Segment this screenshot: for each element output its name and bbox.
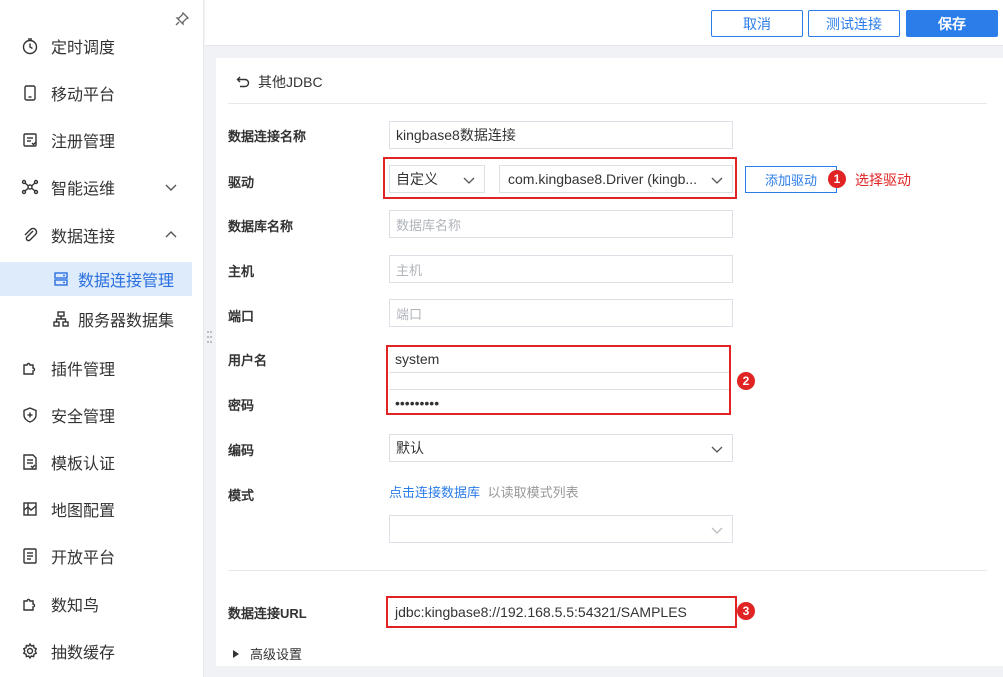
sidebar-subitem-server-dataset[interactable]: 服务器数据集 (0, 302, 192, 336)
annotation-badge-3: 3 (737, 602, 755, 620)
register-icon (23, 133, 37, 147)
encoding-value: 默认 (396, 440, 424, 456)
chevron-down-icon (711, 446, 723, 453)
annotation-hint: 选择驱动 (855, 172, 911, 188)
sidebar-item-label: 数据连接 (51, 229, 116, 246)
sidebar-subitem-label: 服务器数据集 (78, 313, 175, 330)
sidebar-item-label: 模板认证 (51, 456, 116, 473)
sidebar-item-register[interactable]: 注册管理 (0, 120, 204, 160)
add-driver-button[interactable]: 添加驱动 (745, 166, 837, 193)
password-label: 密码 (228, 398, 255, 413)
host-label: 主机 (228, 264, 255, 279)
conn-name-input[interactable]: kingbase8数据连接 (389, 121, 733, 149)
chevron-down-icon (165, 184, 177, 191)
sidebar-item-plugin[interactable]: 插件管理 (0, 348, 204, 388)
map-icon (23, 502, 37, 516)
url-label: 数据连接URL (228, 606, 307, 621)
sidebar-item-mobile[interactable]: 移动平台 (0, 73, 204, 113)
cancel-button[interactable]: 取消 (711, 10, 803, 37)
encoding-select[interactable]: 默认 (389, 434, 733, 462)
sidebar-item-open-platform[interactable]: 开放平台 (0, 536, 204, 576)
conn-name-label: 数据连接名称 (228, 129, 307, 144)
sidebar-item-ops[interactable]: 智能运维 (0, 167, 204, 207)
server-dataset-icon (53, 311, 69, 327)
plugin-icon (23, 362, 36, 375)
bird-icon (23, 598, 36, 611)
sidebar-item-label: 地图配置 (51, 503, 116, 520)
db-name-label: 数据库名称 (228, 219, 294, 234)
sidebar-subitem-label: 数据连接管理 (78, 273, 175, 290)
db-name-input[interactable]: 数据库名称 (389, 210, 733, 238)
back-arrow-icon (236, 76, 250, 88)
sidebar-item-label: 开放平台 (51, 550, 116, 567)
sidebar-item-label: 移动平台 (51, 87, 116, 104)
username-label: 用户名 (228, 353, 268, 368)
chevron-down-icon (711, 527, 723, 534)
advanced-settings-toggle[interactable]: 高级设置 (232, 644, 302, 663)
sidebar-item-label: 安全管理 (51, 409, 116, 426)
mobile-icon (24, 85, 36, 101)
advanced-settings-label: 高级设置 (250, 647, 303, 662)
schema-label: 模式 (228, 488, 255, 503)
schema-select[interactable] (389, 515, 733, 543)
sidebar-item-label: 注册管理 (51, 134, 116, 151)
divider (228, 570, 987, 571)
connect-database-link[interactable]: 点击连接数据库 (389, 485, 480, 500)
caret-right-icon (233, 649, 239, 658)
annotation-box-url (386, 596, 737, 628)
sidebar-item-template-auth[interactable]: 模板认证 (0, 442, 204, 482)
host-input[interactable]: 主机 (389, 255, 733, 283)
pin-icon[interactable] (174, 11, 190, 27)
sidebar-item-extract-cache[interactable]: 抽数缓存 (0, 631, 204, 671)
sidebar-subitem-data-connection-manage[interactable]: 数据连接管理 (0, 262, 192, 296)
back-label: 其他JDBC (258, 74, 323, 90)
connection-form-panel: 其他JDBC 数据连接名称 kingbase8数据连接 驱动 自定义 com.k… (216, 58, 1003, 666)
port-label: 端口 (228, 309, 255, 324)
sidebar-item-data-connection[interactable]: 数据连接 (0, 215, 204, 255)
sidebar-item-label: 智能运维 (51, 181, 116, 198)
annotation-badge-1: 1 (828, 170, 846, 188)
sidebar-item-label: 定时调度 (51, 40, 116, 57)
schema-hint-text: 以读取模式列表 (487, 485, 579, 500)
annotation-box-credentials (386, 345, 731, 415)
ops-icon (21, 179, 39, 195)
test-connection-button[interactable]: 测试连接 (808, 10, 900, 37)
open-platform-icon (23, 548, 37, 564)
shield-icon (23, 407, 37, 423)
sidebar-item-security[interactable]: 安全管理 (0, 395, 204, 435)
schema-hint-row: 点击连接数据库 以读取模式列表 (389, 482, 579, 501)
sidebar-item-label: 数知鸟 (51, 598, 100, 615)
gear-icon (22, 642, 38, 660)
encoding-label: 编码 (228, 443, 255, 458)
driver-label: 驱动 (228, 175, 255, 190)
back-link[interactable]: 其他JDBC (236, 72, 323, 92)
chevron-up-icon (165, 231, 177, 238)
sidebar-item-label: 插件管理 (51, 362, 116, 379)
database-icon (54, 272, 68, 286)
save-button[interactable]: 保存 (906, 10, 998, 37)
clock-icon (22, 38, 38, 55)
sidebar-item-schedule[interactable]: 定时调度 (0, 26, 204, 66)
sidebar-item-shuzhiniao[interactable]: 数知鸟 (0, 584, 204, 624)
annotation-box-driver (383, 157, 737, 199)
sidebar: 定时调度 移动平台 注册管理 智能运维 数据连接 数据连接管理 服务器数据集 插… (0, 0, 204, 677)
template-icon (23, 454, 37, 470)
resize-handle-icon[interactable] (207, 330, 212, 344)
top-toolbar: 取消 测试连接 保存 (205, 0, 1003, 46)
sidebar-item-map-config[interactable]: 地图配置 (0, 489, 204, 529)
link-icon (24, 227, 38, 242)
sidebar-item-label: 抽数缓存 (51, 645, 116, 662)
port-input[interactable]: 端口 (389, 299, 733, 327)
annotation-badge-2: 2 (737, 372, 755, 390)
divider (228, 103, 987, 104)
